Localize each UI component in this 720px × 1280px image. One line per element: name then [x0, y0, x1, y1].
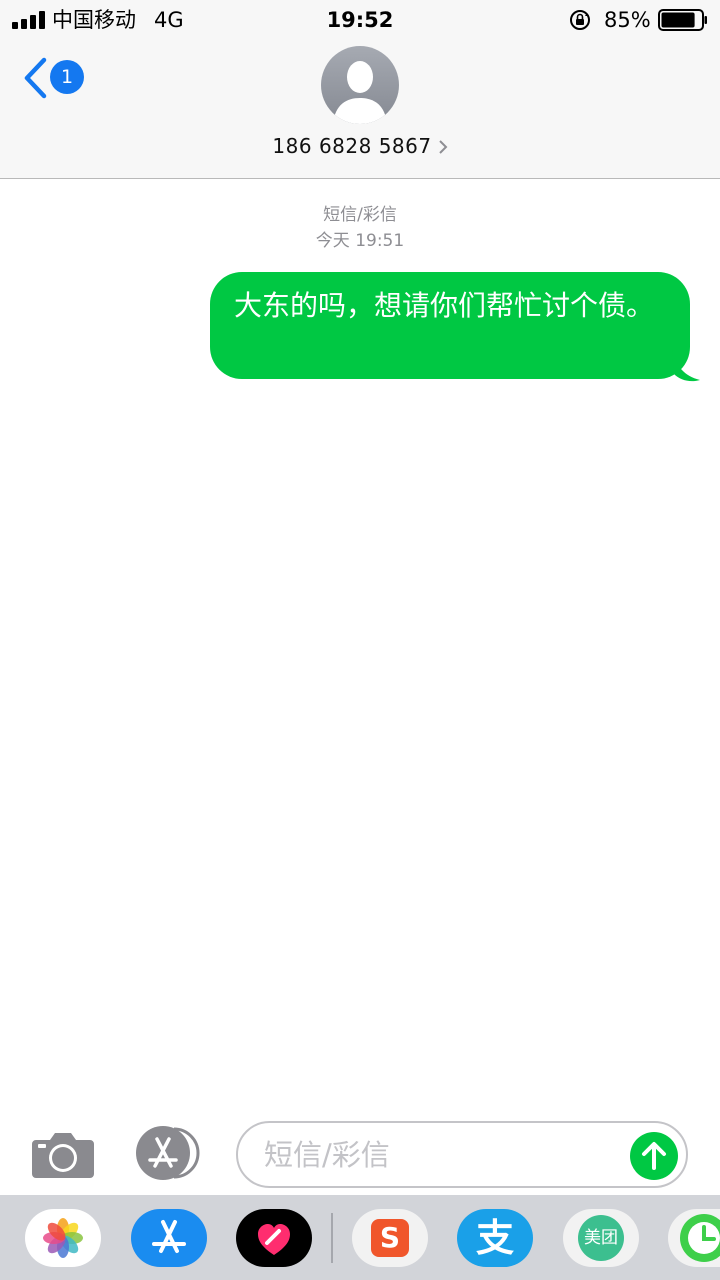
clock-app-icon[interactable] — [668, 1209, 720, 1267]
clock-app-icon — [680, 1214, 720, 1262]
back-chevron-icon[interactable] — [22, 56, 48, 100]
contact-number: 186 6828 5867 — [272, 134, 432, 158]
meituan-label: 美团 — [584, 1228, 618, 1248]
digital-touch-app-icon[interactable] — [236, 1209, 312, 1267]
conversation-header: 1 186 6828 5867 — [0, 40, 720, 179]
unread-count-badge[interactable]: 1 — [50, 60, 84, 94]
app-store-icon — [152, 1220, 186, 1253]
app-store-apps-icon[interactable] — [134, 1126, 204, 1180]
photos-icon — [43, 1218, 83, 1258]
sogou-app-icon[interactable]: S — [352, 1209, 428, 1267]
photos-app-icon[interactable] — [25, 1209, 101, 1267]
battery-icon — [658, 9, 707, 31]
message-timestamp: 今天 19:51 — [315, 231, 405, 251]
camera-icon[interactable] — [32, 1130, 94, 1178]
chevron-right-icon — [438, 140, 448, 154]
rotation-lock-icon — [570, 10, 590, 30]
arrow-up-icon — [642, 1142, 666, 1170]
outgoing-message-bubble[interactable]: 大东的吗，想请你们帮忙讨个债。 — [210, 272, 690, 379]
input-placeholder: 短信/彩信 — [264, 1138, 390, 1172]
person-silhouette-icon — [333, 61, 387, 124]
message-input[interactable]: 短信/彩信 — [236, 1121, 688, 1188]
digital-touch-icon — [258, 1224, 290, 1255]
sogou-letter: S — [379, 1221, 401, 1254]
send-button[interactable] — [630, 1132, 678, 1180]
alipay-icon: 支 — [475, 1216, 514, 1260]
status-bar: 中国移动 4G 19:52 85% — [0, 0, 720, 40]
message-text: 大东的吗，想请你们帮忙讨个债。 — [234, 289, 655, 322]
drawer-divider — [331, 1213, 333, 1263]
imessage-app-drawer: S 支 美团 — [0, 1195, 720, 1280]
alipay-app-icon[interactable]: 支 — [457, 1209, 533, 1267]
app-store-app-icon[interactable] — [131, 1209, 207, 1267]
contact-details-link[interactable]: 186 6828 5867 — [0, 132, 720, 160]
contact-avatar[interactable] — [321, 46, 399, 124]
message-type-label: 短信/彩信 — [323, 205, 397, 225]
battery-percent: 85% — [604, 8, 651, 32]
bubble-tail — [672, 350, 700, 382]
meituan-app-icon[interactable]: 美团 — [563, 1209, 639, 1267]
